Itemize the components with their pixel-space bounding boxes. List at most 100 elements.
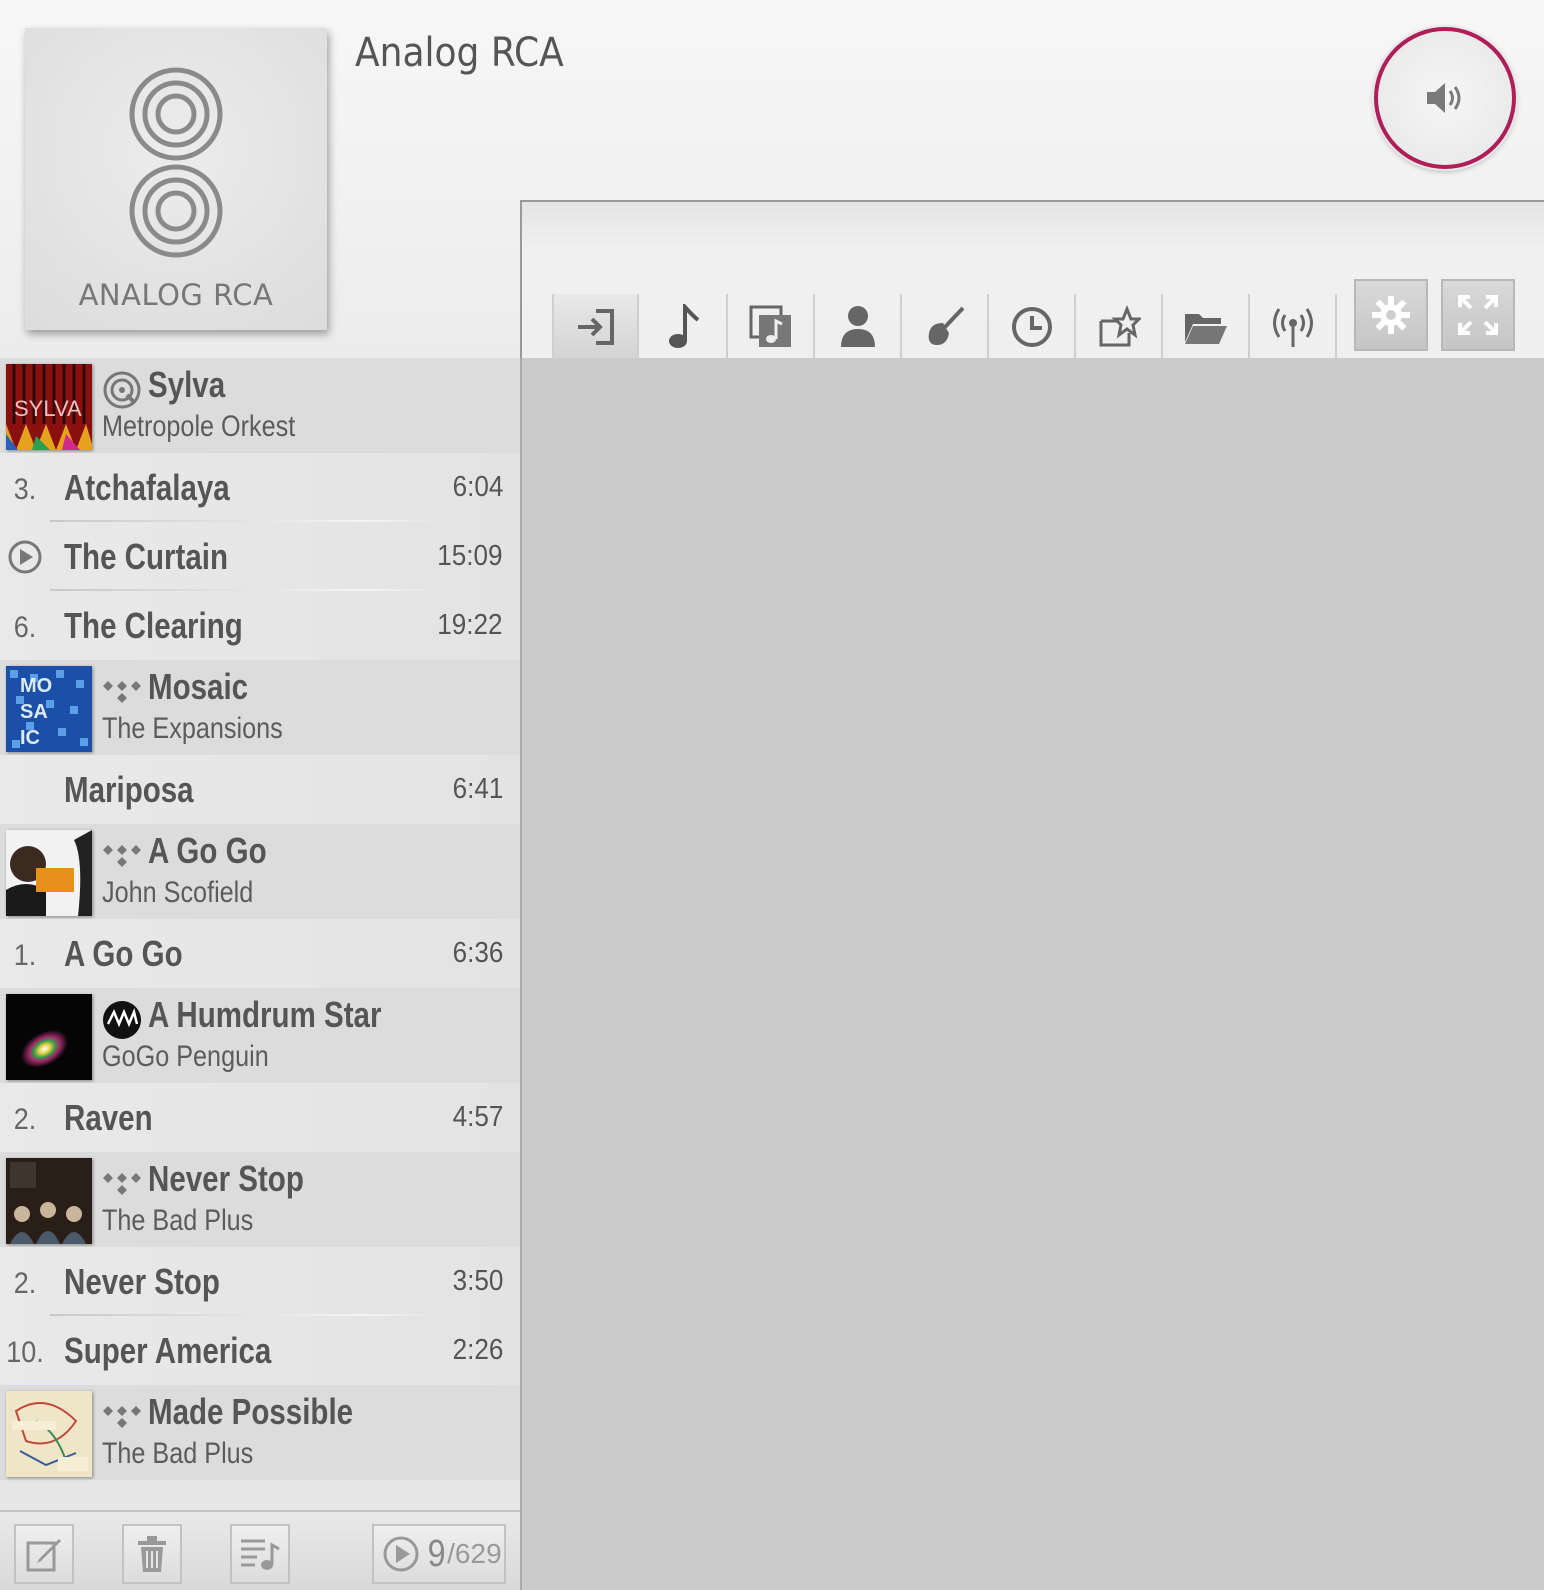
queue-track-row[interactable]: 10. Super America 2:26 — [0, 1316, 520, 1385]
tab-genres[interactable] — [902, 294, 989, 360]
queue-album-header[interactable]: SYLVA Sylva Metropole Orkest — [0, 358, 520, 453]
settings-gear-icon — [1372, 296, 1410, 334]
queue-track-row[interactable]: 1. A Go Go 6:36 — [0, 919, 520, 988]
tab-folders[interactable] — [1163, 294, 1250, 360]
track-duration: 3:50 — [452, 1265, 503, 1297]
radio-icon — [1272, 308, 1313, 347]
album-title: A Humdrum Star — [148, 994, 382, 1035]
queue-current-index: 9 — [427, 1532, 446, 1575]
track-duration: 19:22 — [437, 609, 503, 641]
album-title: Made Possible — [148, 1391, 354, 1432]
queue-album-header[interactable]: A Go Go John Scofield — [0, 824, 520, 919]
queue-track-row-now-playing[interactable]: The Curtain 15:09 — [0, 522, 520, 591]
tab-albums[interactable] — [728, 294, 815, 360]
browse-toolbar — [520, 200, 1544, 360]
track-number: 6. — [13, 611, 37, 644]
tab-inputs[interactable] — [552, 294, 639, 360]
source-art: ANALOG RCA — [25, 28, 327, 330]
queue-track-row[interactable]: Mariposa 6:41 — [0, 755, 520, 824]
albums-icon — [749, 305, 791, 347]
edit-icon — [26, 1539, 61, 1572]
album-art-sylva: SYLVA — [6, 364, 92, 450]
album-artist: The Expansions — [102, 712, 283, 745]
track-number: 2. — [13, 1267, 37, 1300]
folder-icon — [1184, 314, 1227, 344]
track-number: 2. — [13, 1103, 37, 1136]
history-clock-icon — [1011, 307, 1052, 347]
queue-track-row[interactable]: 6. The Clearing 19:22 — [0, 591, 520, 660]
tab-history[interactable] — [989, 294, 1076, 360]
album-art-never-stop — [6, 1158, 92, 1244]
track-title: The Curtain — [64, 536, 229, 577]
tab-tracks[interactable] — [641, 294, 728, 360]
tidal-icon — [102, 836, 142, 876]
track-duration: 6:41 — [452, 773, 503, 805]
track-title: Super America — [64, 1330, 272, 1371]
source-art-label: ANALOG RCA — [78, 278, 274, 312]
favorites-star-icon — [1099, 305, 1141, 347]
album-art-mosaic: MO SA IC — [6, 666, 92, 752]
album-artist: The Bad Plus — [102, 1204, 254, 1237]
album-title: Mosaic — [148, 666, 249, 707]
queue-total-count: /629 — [447, 1538, 502, 1569]
clear-queue-button[interactable] — [122, 1524, 182, 1584]
queue-position-counter[interactable]: 9 /629 — [372, 1524, 506, 1584]
save-playlist-button[interactable] — [230, 1524, 290, 1584]
track-number: 3. — [13, 473, 37, 506]
rca-jacks-icon — [129, 67, 223, 258]
input-icon — [577, 309, 614, 345]
track-number: 10. — [6, 1336, 44, 1369]
music-note-icon — [668, 304, 699, 348]
queue-track-row[interactable]: 2. Raven 4:57 — [0, 1083, 520, 1152]
queue-album-header[interactable]: MO SA IC Mosaic The Expansions — [0, 660, 520, 755]
queue-album-header[interactable]: Never Stop The Bad Plus — [0, 1152, 520, 1247]
track-title: A Go Go — [64, 933, 183, 974]
settings-button[interactable] — [1354, 279, 1428, 351]
album-artist: John Scofield — [102, 876, 254, 909]
svg-text:IC: IC — [20, 727, 40, 749]
album-artist: The Bad Plus — [102, 1437, 254, 1470]
artist-icon — [840, 306, 875, 347]
track-number: 1. — [13, 939, 37, 972]
track-title: Atchafalaya — [64, 467, 230, 508]
album-art-a-humdrum-star — [6, 994, 92, 1080]
album-title: Never Stop — [148, 1158, 304, 1199]
airable-icon — [102, 1000, 142, 1040]
track-title: Mariposa — [64, 769, 194, 810]
track-duration: 6:36 — [452, 937, 503, 969]
play-circle-icon — [383, 1536, 419, 1572]
album-art-a-go-go — [6, 830, 92, 916]
track-title: Raven — [64, 1097, 153, 1138]
album-art-made-possible — [6, 1391, 92, 1477]
track-title: The Clearing — [64, 605, 243, 646]
disc-icon — [102, 370, 142, 410]
svg-text:MO: MO — [20, 675, 52, 697]
queue-album-header[interactable]: A Humdrum Star GoGo Penguin — [0, 988, 520, 1083]
track-title: Never Stop — [64, 1261, 220, 1302]
queue-track-row[interactable]: 2. Never Stop 3:50 — [0, 1247, 520, 1316]
queue-footer: 9 /629 — [0, 1510, 520, 1590]
tab-favorites[interactable] — [1076, 294, 1163, 360]
fullscreen-button[interactable] — [1441, 279, 1515, 351]
queue-album-header[interactable]: Made Possible The Bad Plus — [0, 1385, 520, 1480]
volume-button[interactable] — [1374, 27, 1516, 169]
album-title: A Go Go — [148, 830, 267, 871]
playlist-icon — [241, 1539, 280, 1570]
trash-icon — [138, 1536, 166, 1572]
album-artist: Metropole Orkest — [102, 410, 296, 443]
tab-radio[interactable] — [1250, 294, 1337, 360]
album-title: Sylva — [148, 364, 226, 405]
zone-title: Analog RCA — [355, 30, 564, 76]
edit-queue-button[interactable] — [14, 1524, 74, 1584]
speaker-icon — [1427, 83, 1461, 113]
track-duration: 15:09 — [437, 540, 503, 572]
svg-text:SYLVA: SYLVA — [14, 396, 82, 421]
tab-artists[interactable] — [815, 294, 902, 360]
play-queue: SYLVA Sylva Metropole Orkest 3. Atchafal… — [0, 358, 520, 1510]
queue-track-row[interactable]: 3. Atchafalaya 6:04 — [0, 453, 520, 522]
album-artist: GoGo Penguin — [102, 1040, 269, 1073]
genre-guitar-icon — [928, 306, 964, 345]
track-duration: 2:26 — [452, 1334, 503, 1366]
track-duration: 4:57 — [452, 1101, 503, 1133]
track-duration: 6:04 — [452, 471, 503, 503]
